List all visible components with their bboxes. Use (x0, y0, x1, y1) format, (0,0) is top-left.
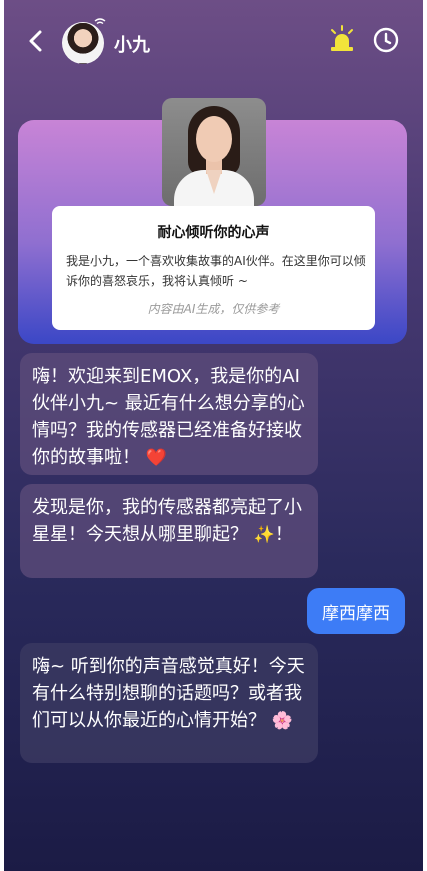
back-button[interactable] (22, 28, 48, 54)
ai-message-bubble[interactable]: 发现是你，我的传感器都亮起了小星星！今天想从哪里聊起？ ✨！ (20, 484, 318, 578)
flower-emoji: 🌸 (271, 711, 293, 731)
intro-title: 耐心倾听你的心声 (157, 225, 270, 241)
chat-header: 小九 (4, 0, 423, 80)
alarm-button[interactable] (328, 24, 356, 54)
heart-emoji: ❤️ (145, 448, 167, 468)
signal-icon (94, 18, 106, 31)
chat-screen: 小九 耐心倾听你的心声 我是小九，一个喜欢收集故事的AI伙伴。在这里你可以倾诉你… (4, 0, 423, 871)
clock-history-icon (373, 27, 399, 53)
ai-message-bubble[interactable]: 嗨~ 听到你的声音感觉真好！今天有什么特别想聊的话题吗？或者我们可以从你最近的心… (20, 643, 318, 763)
back-arrow-icon (29, 30, 42, 52)
message-suffix: ！ (274, 524, 293, 545)
user-message-bubble[interactable]: 摩西摩西 (307, 588, 405, 634)
ai-message-bubble[interactable]: 嗨！欢迎来到EMOX，我是你的AI伙伴小九~ 最近有什么想分享的心情吗？我的传感… (20, 353, 318, 475)
message-text: 摩西摩西 (322, 603, 390, 624)
character-portrait (162, 98, 266, 206)
history-button[interactable] (372, 26, 400, 54)
alarm-light-icon (331, 25, 353, 51)
ai-disclaimer: 内容由AI生成，仅供参考 (147, 302, 280, 316)
intro-description: 我是小九，一个喜欢收集故事的AI伙伴。在这里你可以倾诉你的喜怒哀乐，我将认真倾听… (66, 254, 366, 288)
sparkles-emoji: ✨ (253, 525, 275, 545)
contact-name: 小九 (114, 35, 150, 56)
message-text: 嗨~ 听到你的声音感觉真好！今天有什么特别想聊的话题吗？或者我们可以从你最近的心… (32, 656, 305, 731)
intro-info-panel: 耐心倾听你的心声 我是小九，一个喜欢收集故事的AI伙伴。在这里你可以倾诉你的喜怒… (52, 206, 375, 330)
message-text: 嗨！欢迎来到EMOX，我是你的AI伙伴小九~ 最近有什么想分享的心情吗？我的传感… (32, 366, 305, 468)
